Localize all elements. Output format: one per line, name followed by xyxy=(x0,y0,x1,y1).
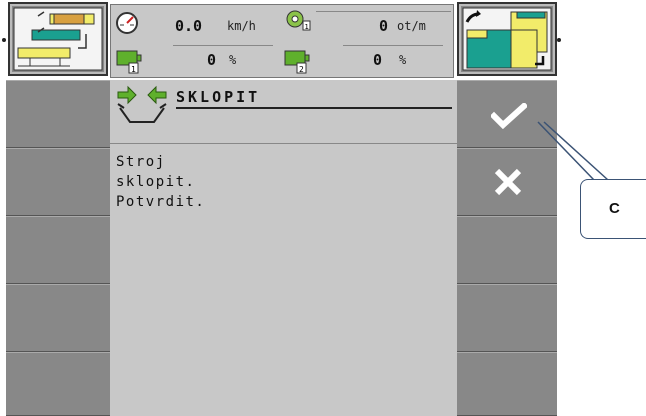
svg-text:1: 1 xyxy=(131,65,136,74)
dialog-header: SKLOPIT xyxy=(110,80,457,144)
speedometer-icon xyxy=(116,12,138,34)
layout-switch-right-button[interactable] xyxy=(457,2,557,76)
rpm-unit: ot/m xyxy=(397,19,426,33)
page-indicator-dot-right xyxy=(557,38,561,42)
status-readouts: 0.0 km/h 1 0 ot/m 1 0 % 2 0 % xyxy=(110,4,454,78)
left-softkey-1[interactable] xyxy=(6,80,110,148)
left-softkey-2[interactable] xyxy=(6,148,110,216)
close-icon xyxy=(494,168,522,196)
title-underline xyxy=(176,107,452,109)
right-softkey-5[interactable] xyxy=(457,352,557,416)
right-softkey-4[interactable] xyxy=(457,284,557,352)
layout-switch-left-button[interactable] xyxy=(8,2,108,76)
rpm-value: 0 xyxy=(379,17,389,35)
svg-text:2: 2 xyxy=(299,65,304,74)
callout-pointer xyxy=(537,121,609,181)
engine-rpm-icon: 1 xyxy=(286,10,311,31)
svg-text:1: 1 xyxy=(305,23,309,31)
pto-1-unit: % xyxy=(229,53,237,67)
callout-label: C xyxy=(580,179,646,239)
left-softkey-4[interactable] xyxy=(6,284,110,352)
checkmark-icon xyxy=(491,103,527,129)
left-softkey-5[interactable] xyxy=(6,352,110,416)
pto-2-value: 0 xyxy=(373,51,383,69)
pto-2-icon: 2 xyxy=(284,50,310,74)
dialog-panel: SKLOPIT Stroj sklopit. Potvrdit. xyxy=(110,80,457,416)
pto-1-value: 0 xyxy=(207,51,217,69)
top-bar: 0.0 km/h 1 0 ot/m 1 0 % 2 0 % xyxy=(0,0,646,80)
pto-2-unit: % xyxy=(399,53,407,67)
dialog-message: Stroj sklopit. Potvrdit. xyxy=(116,154,206,210)
layout-right-icon xyxy=(462,7,552,71)
right-softkey-3[interactable] xyxy=(457,216,557,284)
speed-unit: km/h xyxy=(227,19,256,33)
pto-1-icon: 1 xyxy=(116,50,142,74)
callout-text: C xyxy=(609,200,620,217)
speed-value: 0.0 xyxy=(175,17,203,35)
layout-left-icon xyxy=(13,7,103,71)
dialog-title: SKLOPIT xyxy=(176,88,261,106)
fold-arrows-icon xyxy=(117,85,167,123)
left-softkey-3[interactable] xyxy=(6,216,110,284)
page-indicator-dot xyxy=(2,38,6,42)
left-softkey-column xyxy=(6,80,110,416)
